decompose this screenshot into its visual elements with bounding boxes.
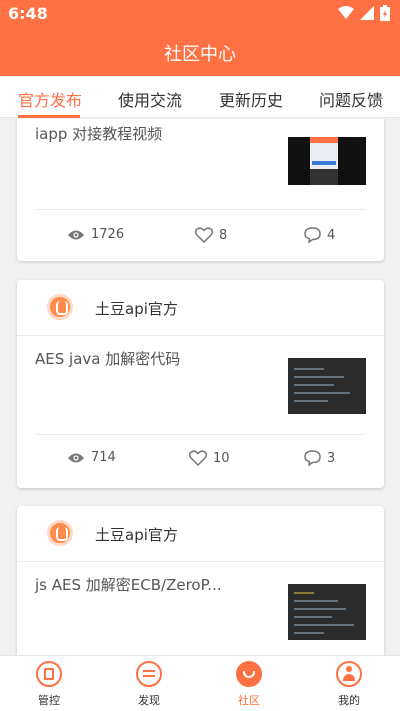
nav-profile[interactable]: 我的	[319, 661, 379, 708]
nav-label: 管控	[38, 694, 60, 707]
tab-discussion[interactable]: 使用交流	[118, 87, 182, 111]
author-avatar[interactable]	[47, 294, 73, 320]
comment-icon	[304, 450, 321, 466]
likes-stat[interactable]: 8	[195, 227, 227, 243]
post-header: 土豆api官方	[17, 506, 384, 562]
battery-icon	[380, 5, 390, 21]
tab-indicator	[18, 115, 80, 118]
tab-feedback[interactable]: 问题反馈	[319, 87, 383, 111]
views-stat: 714	[67, 450, 116, 465]
comments-count: 3	[327, 450, 336, 466]
views-count: 714	[91, 450, 116, 465]
author-name[interactable]: 土豆api官方	[95, 298, 178, 319]
likes-count: 10	[213, 450, 230, 466]
eye-icon	[68, 230, 84, 239]
post-thumbnail	[288, 584, 366, 640]
card-divider	[35, 209, 366, 210]
comments-count: 4	[327, 227, 336, 243]
post-title: js AES 加解密ECB/ZeroP...	[35, 576, 222, 594]
status-time: 6:48	[8, 4, 48, 23]
nav-discover[interactable]: 发现	[119, 661, 179, 708]
post-card[interactable]: 土豆api官方 js AES 加解密ECB/ZeroP...	[17, 506, 384, 655]
wifi-icon	[338, 6, 354, 19]
likes-stat[interactable]: 10	[189, 450, 230, 466]
title-bar: 社区中心	[0, 28, 400, 76]
post-card[interactable]: 土豆api官方 AES java 加解密代码 714 10 3	[17, 280, 384, 488]
community-icon	[236, 661, 262, 687]
eye-icon	[68, 453, 84, 462]
post-title: AES java 加解密代码	[35, 350, 181, 368]
post-thumbnail	[288, 358, 366, 414]
signal-icon	[360, 6, 374, 20]
comments-stat[interactable]: 4	[304, 227, 335, 243]
post-card[interactable]: iapp 对接教程视频 1726 8 4	[17, 119, 384, 261]
author-avatar[interactable]	[47, 520, 73, 546]
post-feed[interactable]: iapp 对接教程视频 1726 8 4 土豆api官方 AES java 加解…	[0, 119, 400, 655]
status-icons	[338, 5, 390, 21]
post-stats: 714 10 3	[17, 450, 384, 474]
heart-icon	[195, 227, 213, 243]
card-divider	[35, 434, 366, 435]
status-bar: 6:48	[0, 0, 400, 28]
tab-bar: 官方发布 使用交流 更新历史 问题反馈	[0, 76, 400, 118]
post-stats: 1726 8 4	[17, 227, 384, 251]
views-count: 1726	[91, 227, 125, 242]
bottom-navigation: 管控 发现 社区 我的	[0, 655, 400, 711]
comments-stat[interactable]: 3	[304, 450, 335, 466]
profile-icon	[336, 661, 362, 687]
post-title: iapp 对接教程视频	[35, 125, 163, 143]
page-title: 社区中心	[164, 44, 236, 65]
heart-icon	[189, 450, 207, 466]
manage-icon	[36, 661, 62, 687]
tab-official[interactable]: 官方发布	[18, 87, 82, 111]
likes-count: 8	[219, 227, 228, 243]
discover-icon	[136, 661, 162, 687]
nav-label: 发现	[138, 694, 160, 707]
views-stat: 1726	[67, 227, 124, 242]
comment-icon	[304, 227, 321, 243]
post-header: 土豆api官方	[17, 280, 384, 336]
nav-label: 社区	[238, 694, 260, 707]
nav-manage[interactable]: 管控	[19, 661, 79, 708]
nav-label: 我的	[338, 694, 360, 707]
tab-update-history[interactable]: 更新历史	[219, 87, 283, 111]
nav-community[interactable]: 社区	[219, 661, 279, 708]
author-name[interactable]: 土豆api官方	[95, 524, 178, 545]
post-thumbnail	[288, 137, 366, 185]
